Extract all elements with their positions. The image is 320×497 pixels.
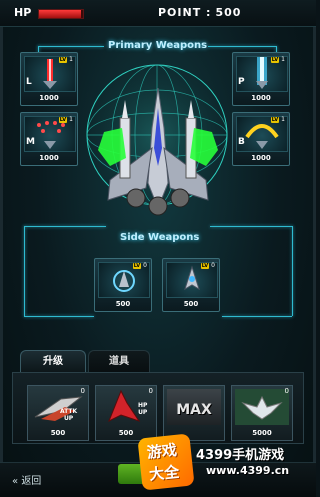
tab-items[interactable]: 道具: [88, 350, 150, 373]
slot-price: 1000: [39, 154, 59, 162]
connector-line: [24, 316, 94, 317]
primary-slot-l[interactable]: L LV 1 1000: [20, 52, 78, 106]
hp-label: HP: [14, 6, 32, 19]
connector-line: [24, 226, 106, 227]
connector-line: [222, 316, 292, 317]
double-chevron-left-icon: «: [12, 476, 19, 487]
slot-price: 500: [115, 300, 131, 308]
back-label: 返回: [21, 476, 42, 487]
slot-level: LV 1: [270, 116, 285, 123]
slot-price: 1000: [251, 154, 271, 162]
slot-level: LV 1: [58, 56, 73, 63]
slot-price: 1000: [39, 94, 59, 102]
connector-line: [38, 46, 104, 47]
slot-price: 1000: [251, 94, 271, 102]
item-count: 0: [80, 387, 85, 395]
slot-level: LV 1: [58, 116, 73, 123]
slot-level: LV 0: [132, 262, 147, 269]
connector-line: [292, 226, 293, 316]
logo-text-top: 游戏: [146, 440, 178, 462]
back-button[interactable]: « 返回: [12, 472, 41, 487]
slot-key: B: [238, 137, 245, 147]
primary-slot-p[interactable]: P LV 1 1000: [232, 52, 290, 106]
shop-tabs: 升级 道具: [14, 350, 304, 373]
watermark-url: www.4399.cn: [206, 464, 290, 477]
points-display: POINT :500: [158, 6, 241, 19]
connector-line: [210, 226, 292, 227]
hp-bar-fill: [39, 10, 81, 18]
hp-bar: [38, 9, 84, 19]
points-value: 500: [215, 6, 242, 19]
logo-text-bottom: 大全: [148, 462, 181, 484]
side-slot-1[interactable]: LV 0 500: [94, 258, 152, 312]
item-tag: ATTK UP: [60, 408, 78, 422]
points-label: POINT :: [158, 6, 212, 19]
primary-slot-m[interactable]: M LV 1 1000: [20, 112, 78, 166]
side-weapons-title: Side Weapons: [120, 232, 200, 243]
item-tag: HP UP: [138, 402, 148, 416]
watermark-title: 4399手机游戏: [196, 448, 285, 463]
slot-level: LV 1: [270, 56, 285, 63]
slot-key: M: [26, 137, 35, 147]
item-count: 0: [284, 387, 289, 395]
watermark: 游戏 大全 4399手机游戏 www.4399.cn: [137, 432, 316, 496]
item-cost: 500: [50, 429, 66, 437]
connector-line: [24, 226, 25, 316]
primary-slot-b[interactable]: B LV 1 1000: [232, 112, 290, 166]
tab-upgrade[interactable]: 升级: [20, 350, 86, 373]
side-slot-2[interactable]: LV 0 500: [162, 258, 220, 312]
slot-key: L: [26, 77, 32, 87]
slot-price: 500: [183, 300, 199, 308]
slot-key: P: [238, 77, 245, 87]
shop-item-attack-up[interactable]: 0 ATTK UP 500: [27, 385, 89, 441]
connector-line: [208, 46, 276, 47]
watermark-logo-icon: 游戏 大全: [137, 433, 195, 491]
primary-weapons-title: Primary Weapons: [108, 40, 208, 51]
wings-emblem-icon: [235, 389, 289, 425]
slot-level: LV 0: [200, 262, 215, 269]
player-ship-icon: [98, 88, 218, 216]
item-tag: MAX: [176, 402, 212, 418]
item-count: 0: [148, 387, 153, 395]
top-hud: HP POINT :500: [0, 0, 316, 27]
